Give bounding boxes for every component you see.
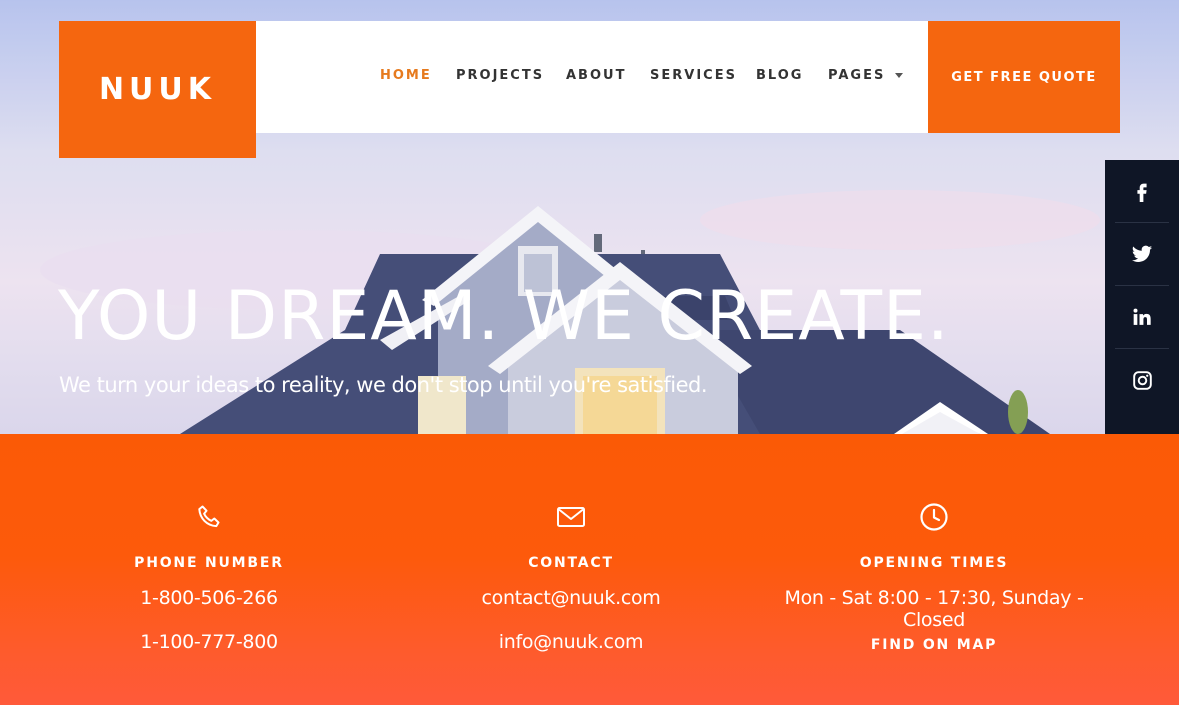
- nav-item-projects[interactable]: PROJECTS: [456, 68, 544, 83]
- instagram-icon: [1132, 371, 1152, 390]
- clock-icon: [920, 503, 948, 531]
- phone-icon: [198, 505, 220, 528]
- contact-email-secondary[interactable]: info@nuuk.com: [391, 631, 751, 653]
- nav-item-about[interactable]: ABOUT: [566, 68, 626, 83]
- logo-text: NUUK: [98, 72, 217, 107]
- phone-heading: PHONE NUMBER: [134, 555, 284, 571]
- nav-item-services[interactable]: SERVICES: [650, 68, 737, 83]
- social-link-facebook[interactable]: [1115, 160, 1169, 223]
- phone-number-primary[interactable]: 1-800-506-266: [29, 587, 389, 609]
- contact-info-strip: PHONE NUMBER 1-800-506-266 1-100-777-800…: [0, 434, 1179, 705]
- find-on-map-link[interactable]: FIND ON MAP: [754, 637, 1114, 653]
- nav-item-pages[interactable]: PAGES: [828, 68, 904, 83]
- logo[interactable]: NUUK: [59, 21, 256, 158]
- twitter-icon: [1131, 245, 1153, 262]
- opening-times-heading: OPENING TIMES: [859, 555, 1009, 571]
- contact-heading: CONTACT: [528, 555, 614, 571]
- opening-times-column: OPENING TIMES Mon - Sat 8:00 - 17:30, Su…: [754, 434, 1114, 705]
- hero-subtitle: We turn your ideas to reality, we don't …: [59, 373, 708, 397]
- phone-number-secondary[interactable]: 1-100-777-800: [29, 631, 389, 653]
- social-link-linkedin[interactable]: [1115, 286, 1169, 349]
- contact-column: CONTACT contact@nuuk.com info@nuuk.com: [391, 434, 751, 705]
- hero-section: NUUK HOME PROJECTS ABOUT SERVICES BLOG P…: [0, 0, 1179, 434]
- chevron-down-icon: [895, 73, 904, 78]
- contact-email-primary[interactable]: contact@nuuk.com: [391, 587, 751, 609]
- hero-title: YOU DREAM. WE CREATE.: [58, 277, 950, 356]
- phone-column: PHONE NUMBER 1-800-506-266 1-100-777-800: [29, 434, 389, 705]
- nav-item-home[interactable]: HOME: [380, 68, 432, 83]
- nav-item-pages-label: PAGES: [828, 68, 886, 83]
- social-sidebar: [1105, 160, 1179, 434]
- main-nav: HOME PROJECTS ABOUT SERVICES BLOG PAGES: [256, 21, 928, 133]
- nav-list: HOME PROJECTS ABOUT SERVICES BLOG PAGES: [256, 21, 928, 133]
- nav-item-blog[interactable]: BLOG: [756, 68, 803, 83]
- opening-hours-text: Mon - Sat 8:00 - 17:30, Sunday - Closed: [784, 587, 1084, 631]
- social-link-twitter[interactable]: [1115, 223, 1169, 286]
- social-link-instagram[interactable]: [1115, 349, 1169, 412]
- envelope-icon: [557, 507, 585, 527]
- facebook-icon: [1137, 183, 1147, 202]
- linkedin-icon: [1133, 308, 1151, 325]
- get-free-quote-button[interactable]: GET FREE QUOTE: [928, 21, 1120, 133]
